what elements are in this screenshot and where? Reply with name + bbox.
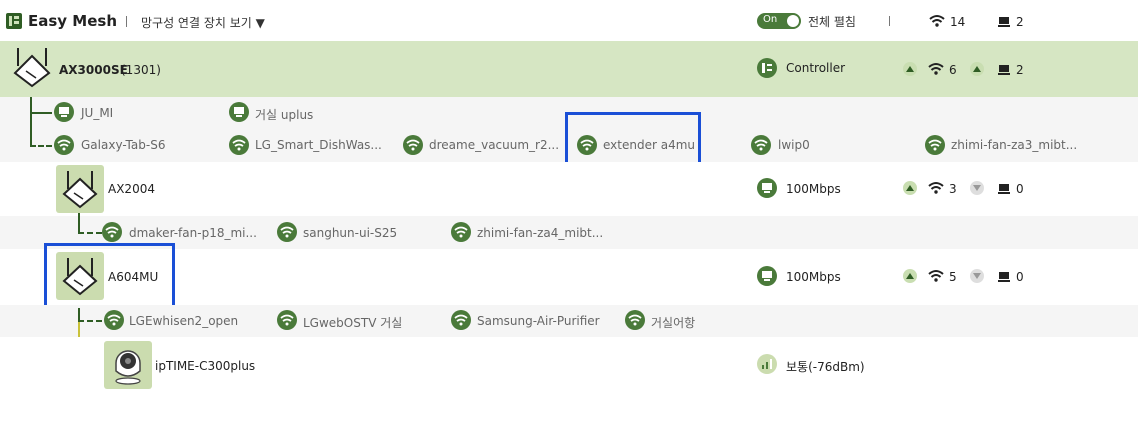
ethernet-link-icon [757,266,777,286]
node-name: AX2004 [108,182,155,196]
tree-line [78,213,80,233]
wifi-client-icon [625,310,645,330]
wifi-client-icon [102,222,122,242]
expand-all-toggle[interactable]: On [757,13,801,29]
wifi-client-label[interactable]: lwip0 [778,138,810,152]
lan-client-label[interactable]: JU_MI [81,106,113,120]
wifi-client-icon [403,135,423,155]
camera-icon [104,341,152,389]
camera-name: ipTIME-C300plus [155,359,256,373]
tree-line [30,97,32,146]
total-wifi-count: 14 [950,15,966,29]
controller-lan-count: 2 [1016,63,1024,77]
lan-client-icon [54,102,74,122]
node-link-speed: 100Mbps [786,182,841,196]
controller-name: AX3000SE [59,63,128,77]
wifi-client-label[interactable]: zhimi-fan-za4_mibt... [477,226,603,240]
node-link-speed: 100Mbps [786,270,841,284]
wifi-client-icon [925,135,945,155]
header-divider [889,16,890,26]
wifi-client-label[interactable]: Samsung-Air-Purifier [477,314,600,328]
app-logo-icon [6,13,22,29]
header-divider [126,16,127,27]
wifi-client-icon [451,222,471,242]
wifi-client-label[interactable]: 거실어항 [651,314,695,331]
wifi-expand-up-icon[interactable] [903,181,917,195]
wifi-icon [929,14,945,31]
lan-icon [998,16,1010,31]
lan-expand-down-icon[interactable] [970,269,984,283]
node-row-ax2004[interactable] [0,162,1138,216]
camera-signal: 보통(-76dBm) [786,360,865,374]
wifi-client-icon [277,310,297,330]
wifi-client-icon [54,135,74,155]
expand-all-label: 전체 펼침 [808,15,856,29]
wifi-expand-up-icon[interactable] [903,62,917,76]
controller-row[interactable] [0,41,1138,97]
wifi-client-label[interactable]: LG_Smart_DishWas... [255,138,382,152]
lan-icon [998,64,1010,79]
wifi-client-label[interactable]: zhimi-fan-za3_mibt... [951,138,1077,152]
lan-expand-down-icon[interactable] [970,181,984,195]
app-title: Easy Mesh [28,12,118,30]
node-lan-count: 0 [1016,270,1024,284]
toggle-label: On [763,14,778,25]
tree-line [30,112,52,114]
wifi-client-icon [751,135,771,155]
wifi-client-label[interactable]: LGwebOSTV 거실 [303,314,402,331]
lan-icon [998,271,1010,286]
wifi-client-label[interactable]: sanghun-ui-S25 [303,226,397,240]
wifi-icon [928,181,944,198]
wifi-expand-up-icon[interactable] [903,269,917,283]
wifi-client-label[interactable]: dreame_vacuum_r2... [429,138,559,152]
lan-client-label[interactable]: 거실 uplus [255,106,313,123]
node-wifi-count: 5 [949,270,957,284]
signal-strength-icon [757,354,777,374]
extender-icon [56,165,104,213]
node-wifi-count: 3 [949,182,957,196]
lan-client-icon [229,102,249,122]
controller-id: (1301) [121,63,161,77]
wifi-icon [928,62,944,79]
tree-line [78,320,102,322]
controller-role-icon [757,58,777,78]
highlight-box [44,243,175,308]
wifi-icon [928,269,944,286]
lan-icon [998,183,1010,198]
wifi-client-icon [229,135,249,155]
router-icon [12,46,52,91]
wifi-client-icon [277,222,297,242]
total-lan-count: 2 [1016,15,1024,29]
view-devices-dropdown[interactable]: 망구성 연결 장치 보기 ▼ [141,14,265,31]
lan-expand-up-icon[interactable] [970,62,984,76]
controller-wifi-count: 6 [949,63,957,77]
tree-line [30,145,52,147]
wifi-client-label[interactable]: Galaxy-Tab-S6 [81,138,165,152]
ethernet-link-icon [757,178,777,198]
node-lan-count: 0 [1016,182,1024,196]
wifi-client-label[interactable]: dmaker-fan-p18_mi... [129,226,257,240]
wifi-client-icon [104,310,124,330]
wifi-client-icon [451,310,471,330]
wifi-client-label[interactable]: LGEwhisen2_open [129,314,238,328]
tree-line [78,232,102,234]
controller-role: Controller [786,61,846,75]
